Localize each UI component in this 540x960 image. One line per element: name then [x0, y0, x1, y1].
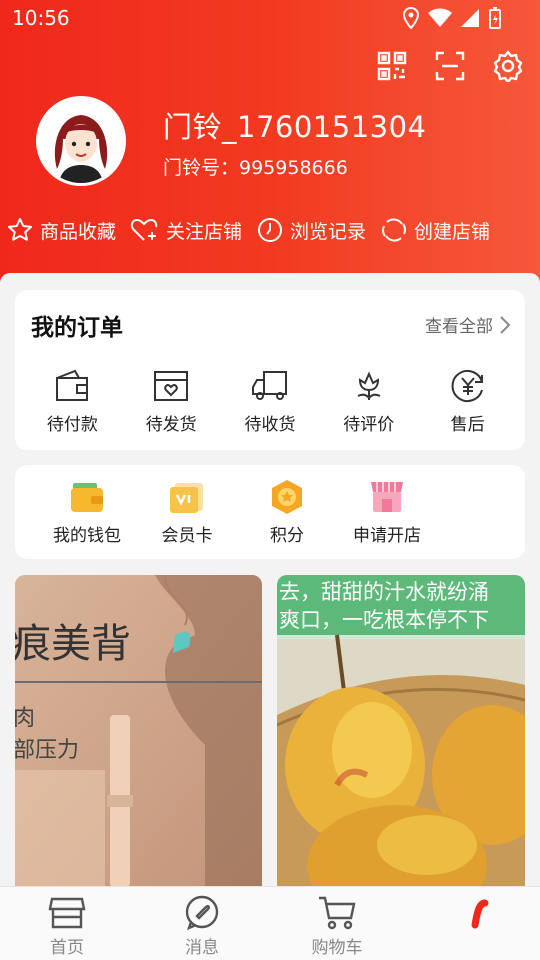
order-pending-shipment[interactable]: 待发货	[127, 368, 215, 435]
order-pending-payment[interactable]: 待付款	[28, 368, 116, 435]
product-card-left[interactable]: 痕美背 肉 部压力	[15, 575, 262, 887]
signal-icon	[461, 9, 479, 27]
box-icon	[154, 371, 189, 401]
quick-link-favorites[interactable]: 商品收藏	[6, 216, 116, 244]
tool-apply-shop[interactable]: 申请开店	[337, 479, 437, 546]
cart-icon	[319, 896, 356, 930]
star-icon	[8, 218, 32, 241]
tools-row: 我的钱包 会员卡 积分 申请开店	[37, 479, 437, 546]
view-all-orders-link[interactable]: 查看全部	[425, 312, 511, 337]
quick-link-label: 创建店铺	[414, 220, 491, 243]
tool-label: 积分	[270, 526, 304, 546]
status-bar: 10:56	[0, 0, 540, 36]
battery-icon	[489, 7, 501, 29]
wifi-icon	[428, 8, 452, 27]
order-label: 待发货	[145, 415, 197, 435]
bottom-nav: 首页 消息 购物车	[0, 886, 540, 960]
yen-refund-icon	[451, 370, 483, 402]
shop-front-icon	[48, 897, 86, 929]
tools-card: 我的钱包 会员卡 积分 申请开店	[15, 465, 525, 559]
nav-messages[interactable]: 消息	[162, 895, 242, 958]
tool-label: 申请开店	[353, 526, 421, 546]
tool-member-card[interactable]: 会员卡	[137, 479, 237, 546]
username: 门铃_1760151304	[163, 110, 427, 144]
wallet-color-icon	[71, 483, 103, 512]
order-after-sales[interactable]: 售后	[424, 368, 512, 435]
profile-tab-icon	[471, 899, 489, 929]
points-icon	[272, 480, 302, 514]
quick-links: 商品收藏 关注店铺 浏览记录 创建店铺	[0, 210, 540, 250]
vip-card-icon	[170, 483, 203, 513]
orders-row: 待付款 待发货 待收货 待评价 售后	[15, 368, 525, 435]
quick-link-follow-shop[interactable]: 关注店铺	[130, 216, 242, 244]
heart-plus-icon	[130, 218, 158, 241]
clock-icon	[258, 218, 283, 242]
scan-icon[interactable]	[432, 48, 468, 84]
avatar[interactable]	[36, 96, 126, 186]
orders-card: 我的订单 查看全部 待付款 待发货 待收货 待评价 售后	[15, 290, 525, 450]
order-pending-review[interactable]: 待评价	[325, 368, 413, 435]
quick-link-create-shop[interactable]: 创建店铺	[380, 216, 490, 244]
product-text-2: 肉	[15, 706, 35, 731]
status-time: 10:56	[12, 6, 70, 30]
tool-label: 我的钱包	[53, 526, 121, 546]
nav-label: 首页	[50, 938, 84, 958]
chevron-right-icon	[500, 315, 511, 334]
location-icon	[402, 7, 420, 29]
product-text-4: 去，甜甜的汁水就纷涌	[279, 580, 489, 604]
quick-link-label: 关注店铺	[166, 220, 243, 243]
refresh-icon	[382, 218, 406, 242]
nav-label: 消息	[185, 938, 219, 958]
tool-wallet[interactable]: 我的钱包	[37, 479, 137, 546]
message-icon	[185, 895, 219, 931]
flower-icon	[357, 371, 381, 400]
product-text-5: 爽口，一吃根本停不下	[279, 608, 489, 632]
order-label: 售后	[450, 415, 485, 435]
nav-home[interactable]: 首页	[27, 895, 107, 958]
product-text-3: 部压力	[15, 738, 79, 763]
product-card-right[interactable]: 去，甜甜的汁水就纷涌 爽口，一吃根本停不下	[277, 575, 525, 887]
order-label: 待评价	[343, 415, 395, 435]
user-id: 门铃号：995958666	[163, 157, 348, 179]
quick-link-label: 商品收藏	[40, 220, 117, 243]
view-all-label: 查看全部	[425, 317, 493, 337]
qr-code-icon[interactable]	[374, 48, 410, 84]
nav-profile[interactable]	[432, 895, 512, 935]
nav-cart[interactable]: 购物车	[297, 895, 377, 958]
wallet-icon	[56, 369, 89, 401]
tool-points[interactable]: 积分	[237, 479, 337, 546]
order-pending-receipt[interactable]: 待收货	[226, 368, 314, 435]
nav-label: 购物车	[311, 938, 363, 958]
top-actions	[374, 48, 526, 84]
orders-title: 我的订单	[31, 315, 123, 341]
status-icons	[402, 6, 502, 30]
order-label: 待付款	[46, 415, 98, 435]
settings-icon[interactable]	[490, 48, 526, 84]
tool-label: 会员卡	[161, 526, 213, 546]
shop-icon	[371, 482, 403, 512]
quick-link-label: 浏览记录	[290, 220, 367, 243]
product-text-1: 痕美背	[15, 621, 131, 667]
order-label: 待收货	[244, 415, 296, 435]
quick-link-history[interactable]: 浏览记录	[256, 216, 366, 244]
truck-icon	[251, 371, 287, 400]
